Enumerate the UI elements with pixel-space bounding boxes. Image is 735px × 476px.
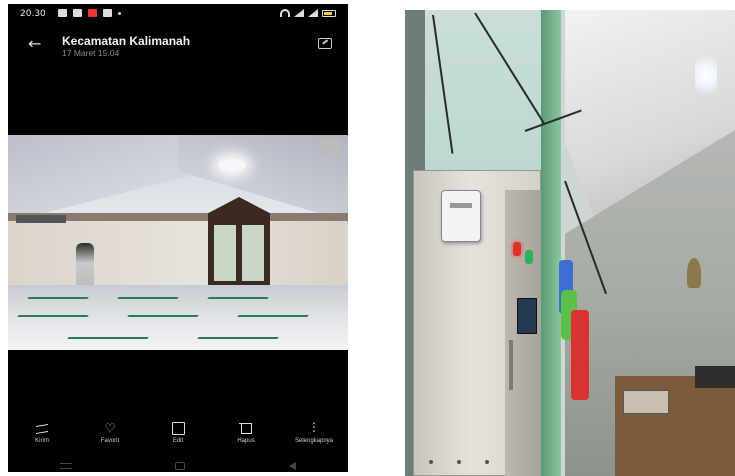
photo-wall xyxy=(8,213,348,291)
photo-action-bar: Kirim ♡ Favorit Edit Hapus ⋮ Selengkapny… xyxy=(8,420,348,456)
send-button[interactable]: Kirim xyxy=(8,422,76,456)
floor-line xyxy=(17,315,89,317)
photo-location-title: Kecamatan Kalimanah xyxy=(62,34,191,48)
image-edit-icon[interactable] xyxy=(318,38,332,49)
delete-button[interactable]: Hapus xyxy=(212,422,280,456)
photo-amplifier xyxy=(623,390,669,414)
photo-floor xyxy=(8,285,348,350)
trash-icon xyxy=(239,422,253,434)
home-icon[interactable] xyxy=(175,462,186,470)
notification-icon xyxy=(73,9,82,17)
photo-wall-ornament xyxy=(687,258,701,288)
floor-line xyxy=(27,297,89,299)
vent-dot xyxy=(485,460,489,464)
floor-line xyxy=(67,337,149,339)
more-button[interactable]: ⋮ Selengkapnya xyxy=(280,420,348,456)
more-notifications-dot-icon xyxy=(118,11,121,15)
system-navigation-bar xyxy=(8,460,348,472)
wifi-icon xyxy=(280,9,290,17)
photo-wall-sign xyxy=(16,215,66,223)
floor-line xyxy=(197,337,279,339)
photo-timestamp: 17 Maret 15.04 xyxy=(62,48,120,58)
floor-line xyxy=(207,297,269,299)
favorite-button[interactable]: ♡ Favorit xyxy=(76,422,144,456)
photo-red-indicator xyxy=(513,242,521,256)
floor-line xyxy=(237,315,309,317)
favorite-label: Favorit xyxy=(100,438,120,444)
recent-apps-icon[interactable] xyxy=(59,463,72,469)
electrical-panel-photo xyxy=(405,10,735,476)
photo-ceiling-light xyxy=(695,50,717,100)
photo-lamp xyxy=(218,159,246,171)
more-label: Selengkapnya xyxy=(294,438,334,444)
photo-cabinet-handle xyxy=(509,340,513,390)
heart-icon: ♡ xyxy=(104,421,116,435)
photo-green-indicator xyxy=(525,250,533,264)
battery-icon xyxy=(322,9,336,17)
edit-label: Edit xyxy=(172,438,184,444)
photo-arch-window xyxy=(208,197,270,287)
youtube-icon xyxy=(88,9,97,17)
edit-button[interactable]: Edit xyxy=(144,422,212,456)
photo-black-box xyxy=(695,366,735,388)
mosque-interior-photo xyxy=(8,135,348,350)
photo-green-column xyxy=(541,10,561,476)
composite-image: 20.30 ← Kecamatan Kalimanah 17 Maret 15.… xyxy=(0,0,735,476)
photo-cabinet-vents xyxy=(429,460,489,466)
system-icons xyxy=(280,9,336,17)
notification-icon xyxy=(103,9,112,17)
back-nav-icon[interactable] xyxy=(289,462,297,470)
phone-screenshot: 20.30 ← Kecamatan Kalimanah 17 Maret 15.… xyxy=(8,4,348,472)
arrow-left-icon[interactable]: ← xyxy=(28,36,48,52)
photo-red-bag xyxy=(571,310,589,400)
share-icon xyxy=(35,422,49,434)
status-bar: 20.30 xyxy=(8,4,348,26)
more-icon: ⋮ xyxy=(308,420,320,434)
notification-icons xyxy=(58,9,121,17)
photo-fan xyxy=(318,137,342,155)
vent-dot xyxy=(457,460,461,464)
floor-line xyxy=(117,297,179,299)
vent-dot xyxy=(429,460,433,464)
floor-line xyxy=(127,315,199,317)
signal-icon xyxy=(294,9,304,17)
notification-icon xyxy=(58,9,67,17)
delete-label: Hapus xyxy=(237,438,255,444)
status-time: 20.30 xyxy=(20,9,46,19)
photo-controller xyxy=(517,298,537,334)
edit-icon xyxy=(171,422,185,435)
photo-viewer-header: ← Kecamatan Kalimanah 17 Maret 15.04 xyxy=(8,28,348,64)
signal-icon xyxy=(308,9,318,17)
photo-meter xyxy=(441,190,481,242)
send-label: Kirim xyxy=(35,438,49,444)
